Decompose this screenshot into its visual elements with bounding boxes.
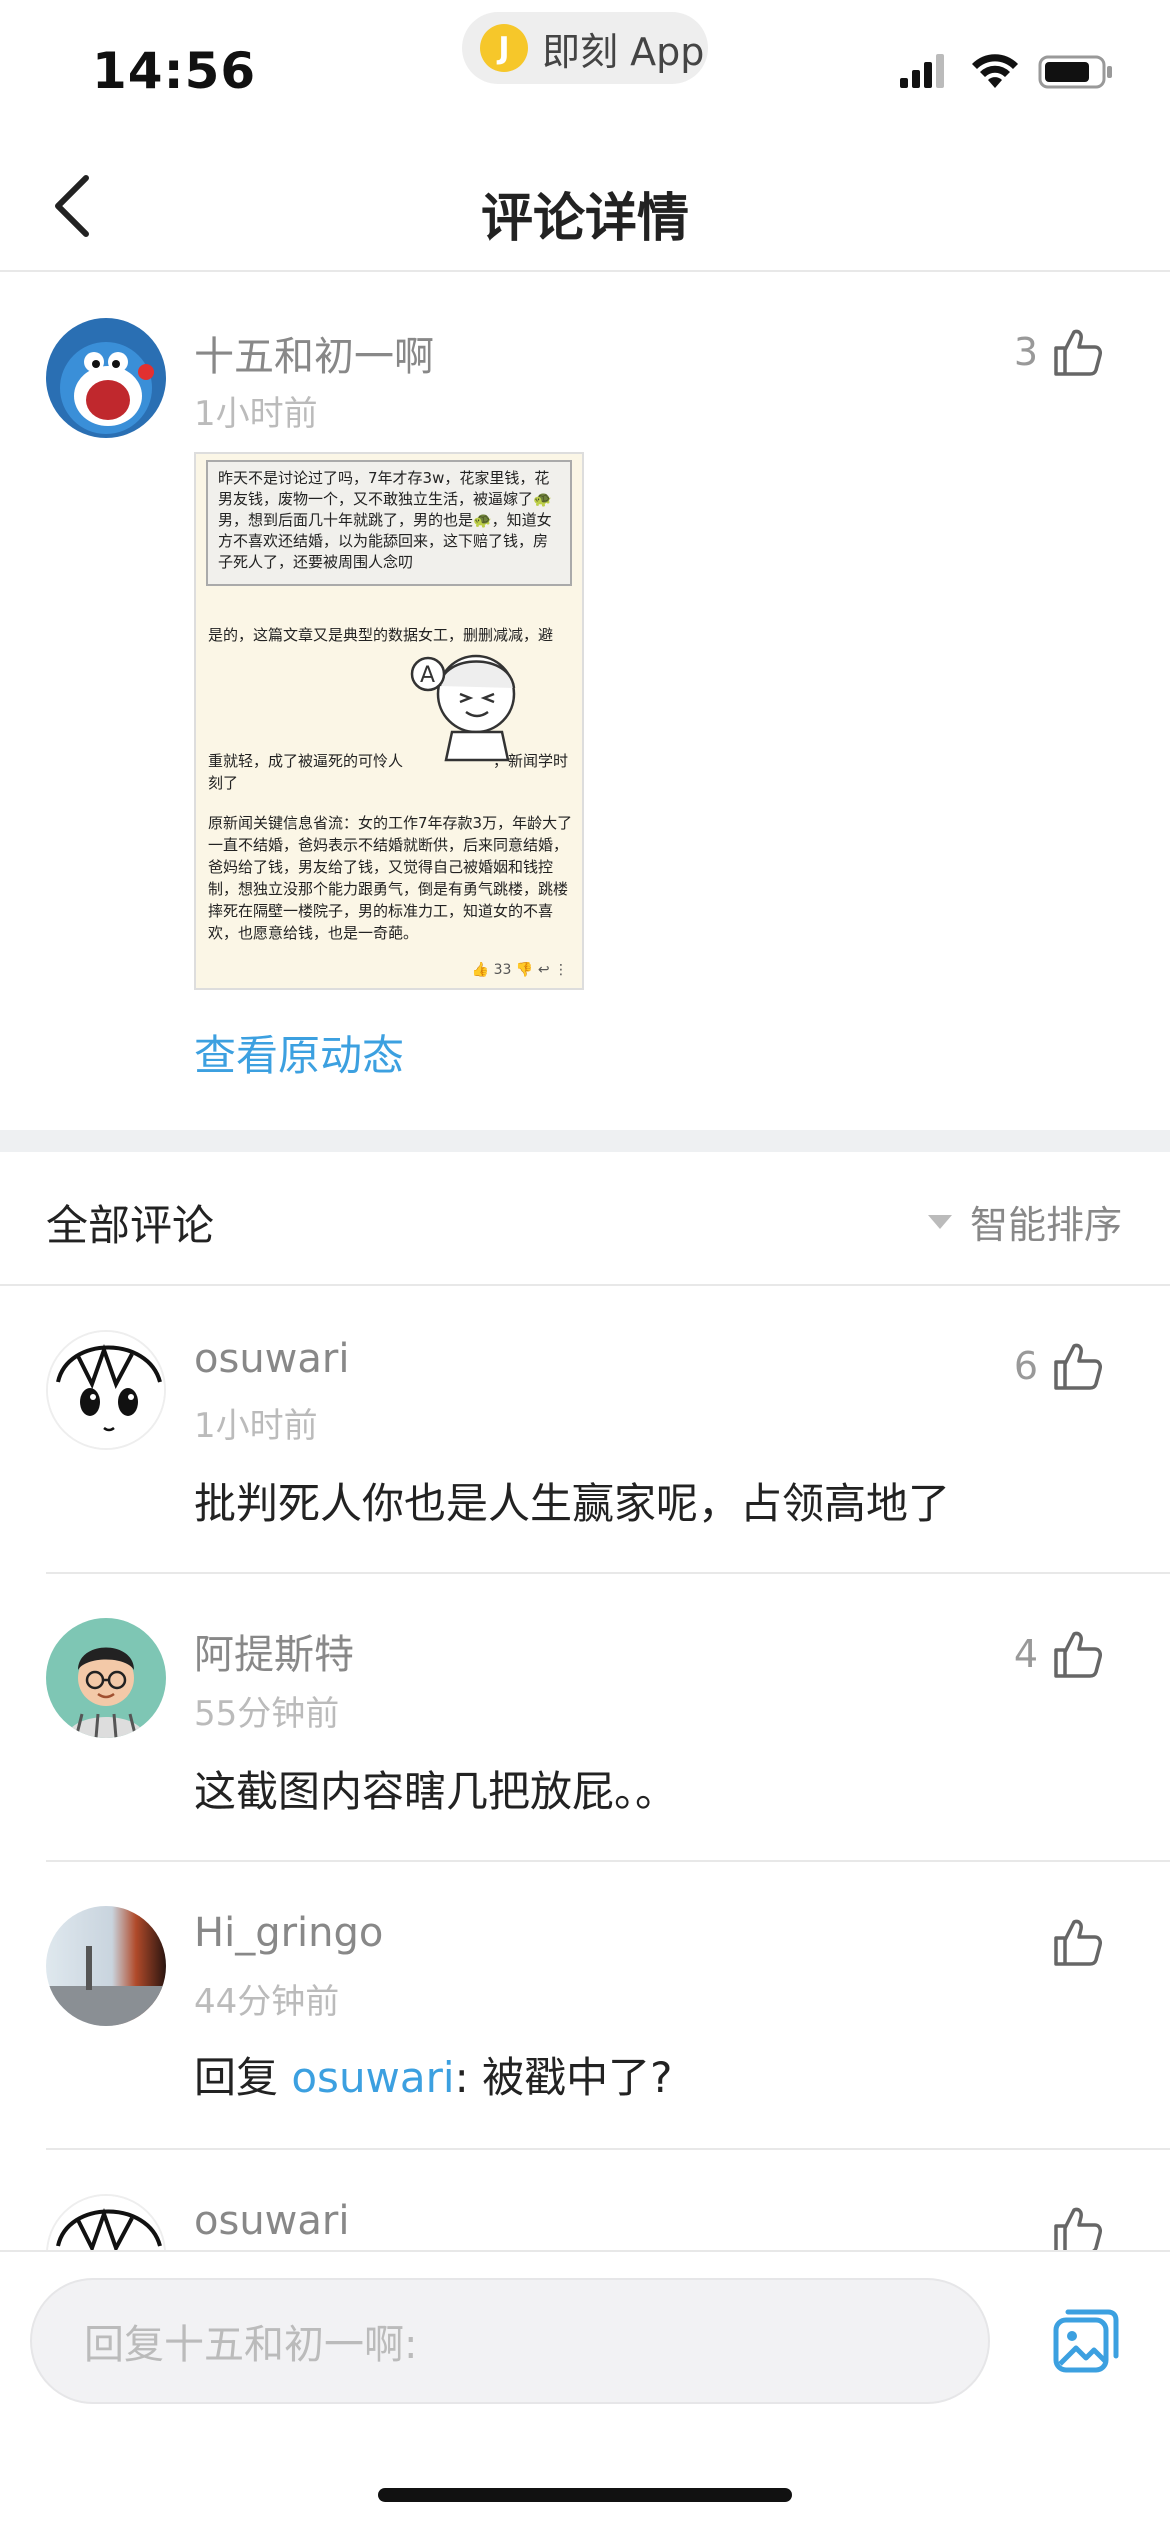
image-dislike-icon: 👎 bbox=[515, 962, 534, 978]
image-paragraph-3: 原新闻关键信息省流：女的工作7年存款3万，年龄大了一直不结婚，爸妈表示不结婚就断… bbox=[208, 814, 573, 942]
comment-username[interactable]: Hi_gringo bbox=[194, 1910, 383, 1956]
comment-username[interactable]: osuwari bbox=[194, 1336, 349, 1382]
like-count: 6 bbox=[1013, 1344, 1038, 1388]
comment-detail-screen: 14:56 J 即刻 App 评论详情 十五和初一啊 1小时前 3 昨天不是讨论… bbox=[0, 0, 1170, 2532]
comment-time: 55分钟前 bbox=[194, 1694, 340, 1734]
nav-bar: 评论详情 bbox=[0, 140, 1170, 272]
reply-body: : 被戳中了? bbox=[454, 2053, 673, 2102]
cartoon-boy-avatar-image bbox=[46, 1618, 166, 1738]
avatar[interactable] bbox=[46, 1330, 166, 1450]
comment-like-button[interactable] bbox=[1052, 2204, 1104, 2256]
system-icons bbox=[898, 54, 1114, 90]
comment-text: 回复 osuwari: 被戳中了? bbox=[194, 2044, 672, 2105]
main-comment-time: 1小时前 bbox=[194, 394, 318, 434]
image-thumb-icon: 👍 bbox=[471, 962, 490, 978]
comment-text: 这截图内容瞎几把放屁。。 bbox=[194, 1767, 678, 1816]
all-comments-header: 全部评论 智能排序 bbox=[0, 1152, 1170, 1286]
page-title: 评论详情 bbox=[480, 189, 689, 249]
doraemon-avatar-image bbox=[46, 318, 166, 438]
cartoon-sticker-image: A bbox=[410, 654, 516, 762]
avatar[interactable] bbox=[46, 1906, 166, 2026]
main-comment-username[interactable]: 十五和初一啊 bbox=[194, 324, 434, 382]
comment-time: 1小时前 bbox=[194, 1406, 318, 1446]
comment-like-button[interactable] bbox=[1038, 1916, 1104, 1968]
image-footer: 👍 33 👎 ↩ ⋮ bbox=[472, 962, 568, 978]
sort-label: 智能排序 bbox=[969, 1203, 1122, 1247]
comment-time: 44分钟前 bbox=[194, 1982, 340, 2022]
avatar[interactable] bbox=[46, 1618, 166, 1738]
comment-text: 批判死人你也是人生赢家呢，占领高地了 bbox=[194, 1479, 951, 1528]
jike-logo-icon: J bbox=[480, 24, 528, 72]
thumbs-up-icon bbox=[1054, 329, 1102, 376]
like-count: 4 bbox=[1013, 1632, 1038, 1676]
comment-divider bbox=[46, 1860, 1170, 1862]
reply-prefix: 回复 bbox=[194, 2053, 292, 2102]
anime-face-avatar-image bbox=[48, 1332, 164, 1448]
image-picker-icon[interactable] bbox=[1052, 2306, 1122, 2376]
app-pill-label: 即刻 App bbox=[542, 29, 705, 74]
comment-like-button[interactable]: 4 bbox=[1014, 1628, 1104, 1680]
comment-image[interactable]: 昨天不是讨论过了吗，7年才存3w，花家里钱，花男友钱，废物一个，又不敢独立生活，… bbox=[194, 452, 584, 990]
image-more-icon: ⋮ bbox=[554, 962, 568, 978]
like-count: 3 bbox=[1013, 330, 1038, 374]
triangle-down-icon bbox=[927, 1214, 952, 1229]
status-bar: 14:56 J 即刻 App bbox=[0, 0, 1170, 140]
main-comment-like-button[interactable]: 3 bbox=[1014, 326, 1104, 378]
comment-divider bbox=[46, 2148, 1170, 2150]
image-like-count: 33 bbox=[493, 962, 512, 978]
thumbs-up-icon bbox=[1054, 2207, 1102, 2254]
home-indicator[interactable] bbox=[378, 2488, 792, 2502]
wifi-icon bbox=[972, 54, 1018, 88]
sunset-avatar-image bbox=[46, 1906, 166, 2026]
sort-dropdown[interactable]: 智能排序 bbox=[927, 1194, 1122, 1249]
image-reply-icon: ↩ bbox=[537, 962, 550, 978]
battery-icon bbox=[1038, 55, 1112, 89]
status-time: 14:56 bbox=[92, 42, 257, 100]
image-paragraph-2: 重就轻，成了被逼死的可怜人 ，新闻学时刻了 bbox=[208, 752, 569, 792]
comment-username[interactable]: 阿提斯特 bbox=[194, 1622, 354, 1680]
svg-text:A: A bbox=[420, 663, 435, 688]
thumbs-up-icon bbox=[1054, 1919, 1102, 1966]
return-to-app-pill[interactable]: J 即刻 App bbox=[462, 12, 708, 84]
thumbs-up-icon bbox=[1054, 1631, 1102, 1678]
thumbs-up-icon bbox=[1054, 1343, 1102, 1390]
avatar[interactable] bbox=[46, 318, 166, 438]
image-quote-text: 昨天不是讨论过了吗，7年才存3w，花家里钱，花男友钱，废物一个，又不敢独立生活，… bbox=[206, 460, 572, 586]
view-original-link[interactable]: 查看原动态 bbox=[194, 1022, 404, 1083]
comment-like-button[interactable]: 6 bbox=[1014, 1340, 1104, 1392]
comment-divider bbox=[46, 1572, 1170, 1574]
section-divider bbox=[0, 1130, 1170, 1152]
reply-input[interactable]: 回复十五和初一啊: bbox=[30, 2278, 990, 2404]
cellular-signal-icon bbox=[900, 54, 944, 88]
all-comments-title: 全部评论 bbox=[46, 1201, 215, 1250]
comment-username[interactable]: osuwari bbox=[194, 2198, 349, 2244]
mention-link[interactable]: osuwari bbox=[291, 2053, 454, 2102]
